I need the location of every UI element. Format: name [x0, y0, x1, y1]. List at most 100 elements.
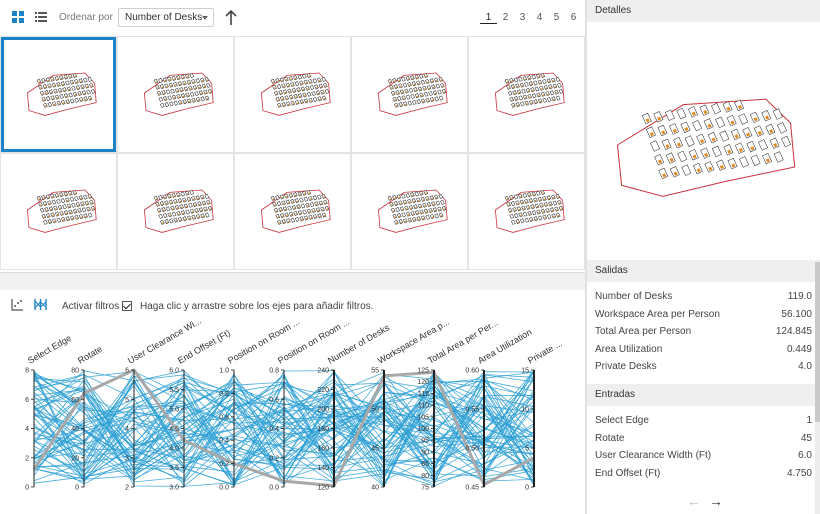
results-pane: Ordenar por Number of Desks 1 2 3 4 5 6 …: [0, 0, 585, 514]
axis-tick-label: 0.55: [465, 407, 479, 414]
outputs-title: Salidas: [587, 260, 820, 282]
axis-tick-label: 5: [525, 446, 529, 453]
axis-tick-label: 160: [317, 446, 329, 453]
axis-tick-label: 4: [125, 426, 129, 433]
floor-plan-thumbnail: [494, 72, 565, 116]
axis-tick-label: 4.5: [169, 426, 179, 433]
scrollbar-thumb[interactable]: [815, 262, 820, 422]
grid-view-icon[interactable]: [12, 11, 24, 23]
axis-tick-label: 5: [125, 397, 129, 404]
axis-tick-label: 85: [421, 461, 429, 468]
page-2[interactable]: 2: [497, 12, 514, 24]
page-3[interactable]: 3: [514, 12, 531, 24]
axis-tick-label: 120: [417, 379, 429, 386]
design-thumbnail[interactable]: [352, 154, 467, 269]
axis-tick-label: 3.0: [169, 485, 179, 492]
pane-separator[interactable]: [0, 272, 585, 290]
input-row: User Clearance Width (Ft) 6.0: [595, 450, 812, 467]
axis-tick-label: 45: [371, 446, 379, 453]
design-thumbnail[interactable]: [235, 154, 350, 269]
output-key: Workspace Area per Person: [595, 308, 720, 320]
output-row: Area Utilization 0.449: [595, 344, 812, 361]
axis-tick-label: 0.6: [219, 414, 229, 421]
axis-tick-label: 115: [418, 391, 429, 398]
parallel-coordinates-icon[interactable]: [34, 298, 47, 311]
axis-tick-label: 15: [521, 368, 529, 375]
axis-tick-label: 2: [25, 455, 29, 462]
design-thumbnail[interactable]: [1, 154, 116, 269]
axis-tick-label: 0.60: [465, 368, 479, 375]
details-scrollbar[interactable]: [815, 262, 820, 514]
output-value: 56.100: [781, 308, 812, 320]
activate-filters-checkbox[interactable]: [122, 301, 132, 311]
activate-filters-label: Activar filtros: [62, 301, 120, 312]
output-value: 119.0: [787, 291, 812, 302]
input-value: 45: [800, 432, 812, 444]
axis-label: Private ...: [526, 338, 564, 366]
axis-tick-label: 0.0: [219, 485, 229, 492]
axis-tick-label: 0.8: [219, 391, 229, 398]
input-key: End Offset (Ft): [595, 467, 661, 479]
axis-tick-label: 110: [418, 403, 429, 410]
list-view-icon[interactable]: [35, 11, 47, 23]
axis-tick-label: 0.4: [269, 426, 279, 433]
page-6[interactable]: 6: [565, 12, 582, 24]
axis-tick-label: 60: [71, 397, 79, 404]
axis-tick-label: 0: [525, 485, 529, 492]
axis-tick-label: 100: [417, 426, 429, 433]
details-title: Detalles: [587, 0, 820, 22]
sort-select[interactable]: Number of Desks: [118, 8, 214, 27]
axis-tick-label: 6.0: [169, 368, 179, 375]
input-key: Rotate: [595, 432, 625, 444]
design-grid: [0, 36, 585, 270]
axis-tick-label: 5.5: [169, 387, 179, 394]
design-thumbnail[interactable]: [1, 37, 116, 152]
floor-plan-thumbnail: [26, 189, 97, 233]
axis-tick-label: 4.0: [169, 446, 179, 453]
page-5[interactable]: 5: [548, 12, 565, 24]
parallel-coordinates-chart[interactable]: 86420Select Edge806040200Rotate65432User…: [0, 320, 585, 514]
axis-label: Rotate: [76, 344, 104, 366]
axis-tick-label: 0: [75, 485, 79, 492]
axis-tick-label: 8: [25, 368, 29, 375]
floor-plan-thumbnail: [26, 72, 97, 116]
axis-tick-label: 80: [71, 368, 79, 375]
input-row: Select Edge 1: [595, 415, 812, 432]
axis-tick-label: 105: [417, 414, 429, 421]
output-row: Private Desks 4.0: [595, 361, 812, 378]
design-thumbnail[interactable]: [469, 154, 584, 269]
input-value: 1: [806, 415, 812, 426]
axis-tick-label: 0.2: [219, 461, 229, 468]
sort-label: Ordenar por: [59, 12, 113, 23]
axis-tick-label: 5.0: [169, 407, 179, 414]
axis-tick-label: 0.4: [219, 438, 229, 445]
axis-tick-label: 10: [521, 407, 529, 414]
design-thumbnail[interactable]: [469, 37, 584, 152]
output-key: Total Area per Person: [595, 326, 692, 337]
axis-tick-label: 80: [421, 473, 429, 480]
output-value: 4.0: [798, 361, 812, 372]
next-design-button[interactable]: →: [709, 493, 723, 509]
axis-tick-label: 0.0: [269, 485, 279, 492]
output-key: Number of Desks: [595, 291, 673, 302]
design-thumbnail[interactable]: [235, 37, 350, 152]
design-thumbnail[interactable]: [352, 37, 467, 152]
axis-tick-label: 75: [421, 485, 429, 492]
sort-direction-icon[interactable]: [223, 9, 239, 27]
axis-tick-label: 6: [25, 397, 29, 404]
axis-tick-label: 4: [25, 426, 29, 433]
previous-design-button[interactable]: ←: [687, 493, 701, 509]
axis-tick-label: 40: [71, 426, 79, 433]
page-4[interactable]: 4: [531, 12, 548, 24]
output-value: 124.845: [775, 326, 812, 337]
output-value: 0.449: [786, 343, 812, 355]
floor-plan-thumbnail: [260, 189, 331, 233]
design-thumbnail[interactable]: [118, 154, 233, 269]
scatter-plot-icon[interactable]: [11, 298, 24, 311]
selected-design-preview: [616, 98, 796, 197]
axis-tick-label: 90: [421, 449, 429, 456]
input-key: Select Edge: [595, 415, 649, 426]
page-1[interactable]: 1: [480, 12, 497, 24]
design-thumbnail[interactable]: [118, 37, 233, 152]
floor-plan-thumbnail: [143, 189, 214, 233]
